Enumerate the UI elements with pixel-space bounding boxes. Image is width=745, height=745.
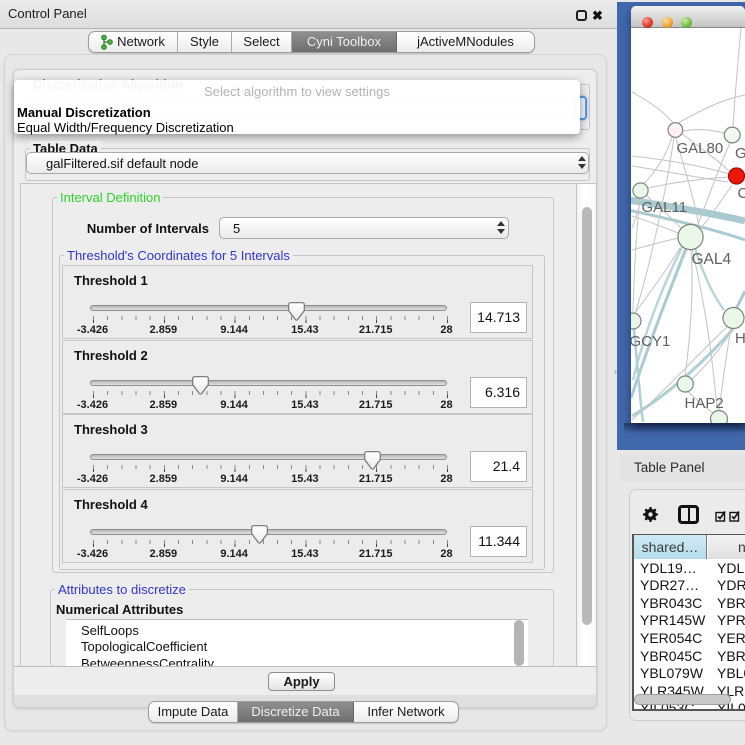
svg-text:C: C bbox=[738, 185, 745, 202]
svg-text:GAL4: GAL4 bbox=[692, 251, 732, 268]
svg-text:HA: HA bbox=[735, 330, 745, 347]
svg-text:GCY1: GCY1 bbox=[631, 333, 670, 350]
svg-text:HAP2: HAP2 bbox=[685, 395, 724, 412]
svg-text:GAL80: GAL80 bbox=[677, 140, 724, 157]
svg-text:GA: GA bbox=[735, 145, 745, 162]
svg-text:GAL11: GAL11 bbox=[642, 199, 688, 216]
